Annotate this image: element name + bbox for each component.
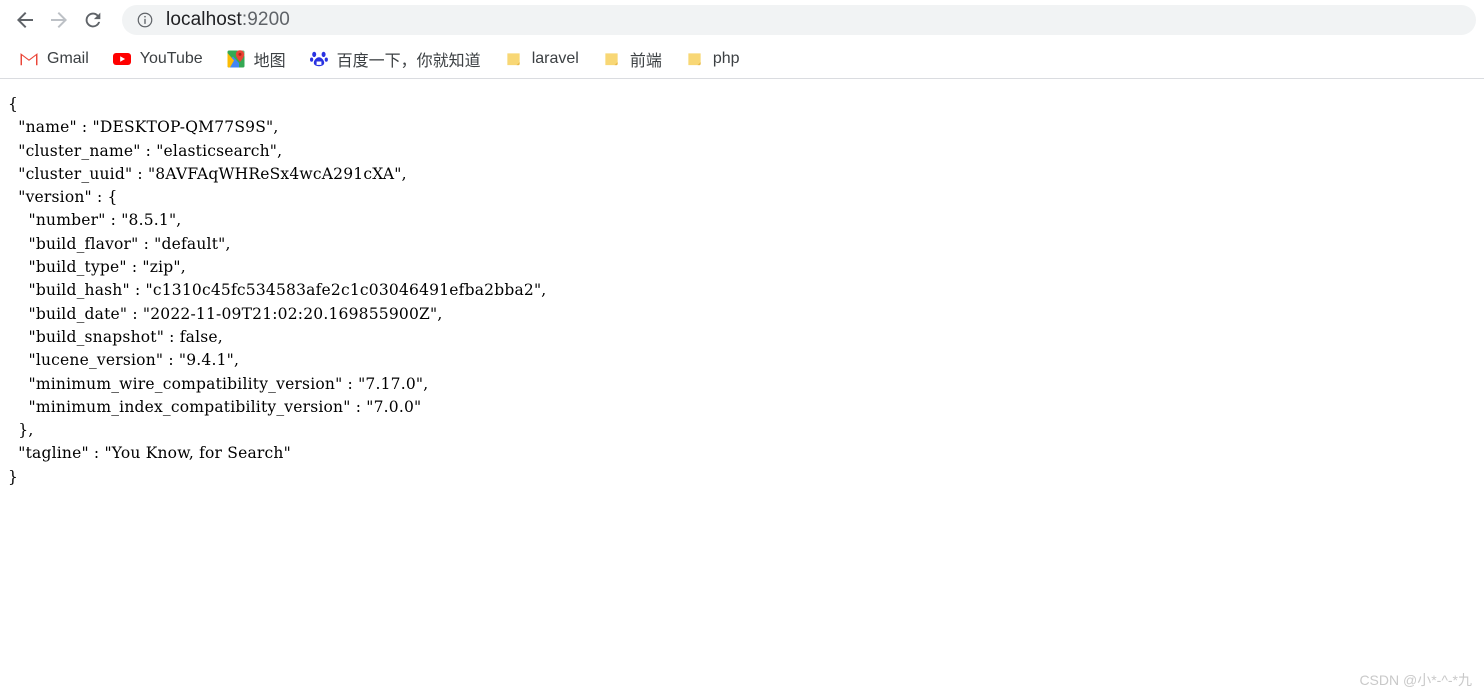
- address-bar[interactable]: localhost:9200: [122, 5, 1476, 35]
- gmail-icon: [20, 50, 38, 68]
- page-content: { "name" : "DESKTOP-QM77S9S", "cluster_n…: [0, 79, 1484, 489]
- bookmark-maps[interactable]: 地图: [219, 45, 294, 73]
- baidu-icon: [309, 50, 328, 68]
- youtube-icon: [112, 50, 131, 68]
- bookmark-label: 前端: [629, 53, 662, 70]
- folder-icon: [505, 50, 523, 68]
- bookmark-youtube[interactable]: YouTube: [105, 45, 211, 73]
- url-host: localhost: [166, 9, 242, 30]
- browser-toolbar: localhost:9200: [0, 0, 1484, 40]
- reload-icon: [85, 12, 101, 28]
- bookmark-label: YouTube: [139, 50, 203, 67]
- bookmark-folder-php[interactable]: php: [678, 45, 748, 73]
- bookmark-label: 百度一下，你就知道: [336, 53, 481, 70]
- bookmark-label: 地图: [253, 53, 286, 70]
- json-response-body: { "name" : "DESKTOP-QM77S9S", "cluster_n…: [8, 95, 547, 486]
- site-info-icon[interactable]: [136, 11, 154, 29]
- bookmarks-bar: Gmail YouTube 地图 百度一下，你就知道 laravel 前端 ph…: [0, 40, 1484, 78]
- bookmark-label: laravel: [531, 50, 579, 67]
- folder-icon: [686, 50, 704, 68]
- back-arrow-icon: [17, 12, 33, 28]
- forward-button[interactable]: [42, 3, 76, 37]
- bookmark-folder-frontend[interactable]: 前端: [595, 45, 670, 73]
- back-button[interactable]: [8, 3, 42, 37]
- bookmark-gmail[interactable]: Gmail: [12, 45, 97, 73]
- url-text: localhost:9200: [166, 9, 290, 31]
- bookmark-label: Gmail: [47, 50, 89, 67]
- browser-chrome: localhost:9200 Gmail YouTube 地图 百度一下，你就知…: [0, 0, 1484, 79]
- folder-icon: [603, 50, 621, 68]
- bookmark-baidu[interactable]: 百度一下，你就知道: [302, 45, 489, 73]
- url-port: :9200: [241, 9, 290, 30]
- bookmark-label: php: [712, 50, 740, 67]
- bookmark-folder-laravel[interactable]: laravel: [497, 45, 587, 73]
- reload-button[interactable]: [76, 3, 110, 37]
- forward-arrow-icon: [51, 12, 67, 28]
- csdn-watermark: CSDN @小*-^-*九: [1359, 672, 1472, 688]
- google-maps-icon: [227, 50, 245, 68]
